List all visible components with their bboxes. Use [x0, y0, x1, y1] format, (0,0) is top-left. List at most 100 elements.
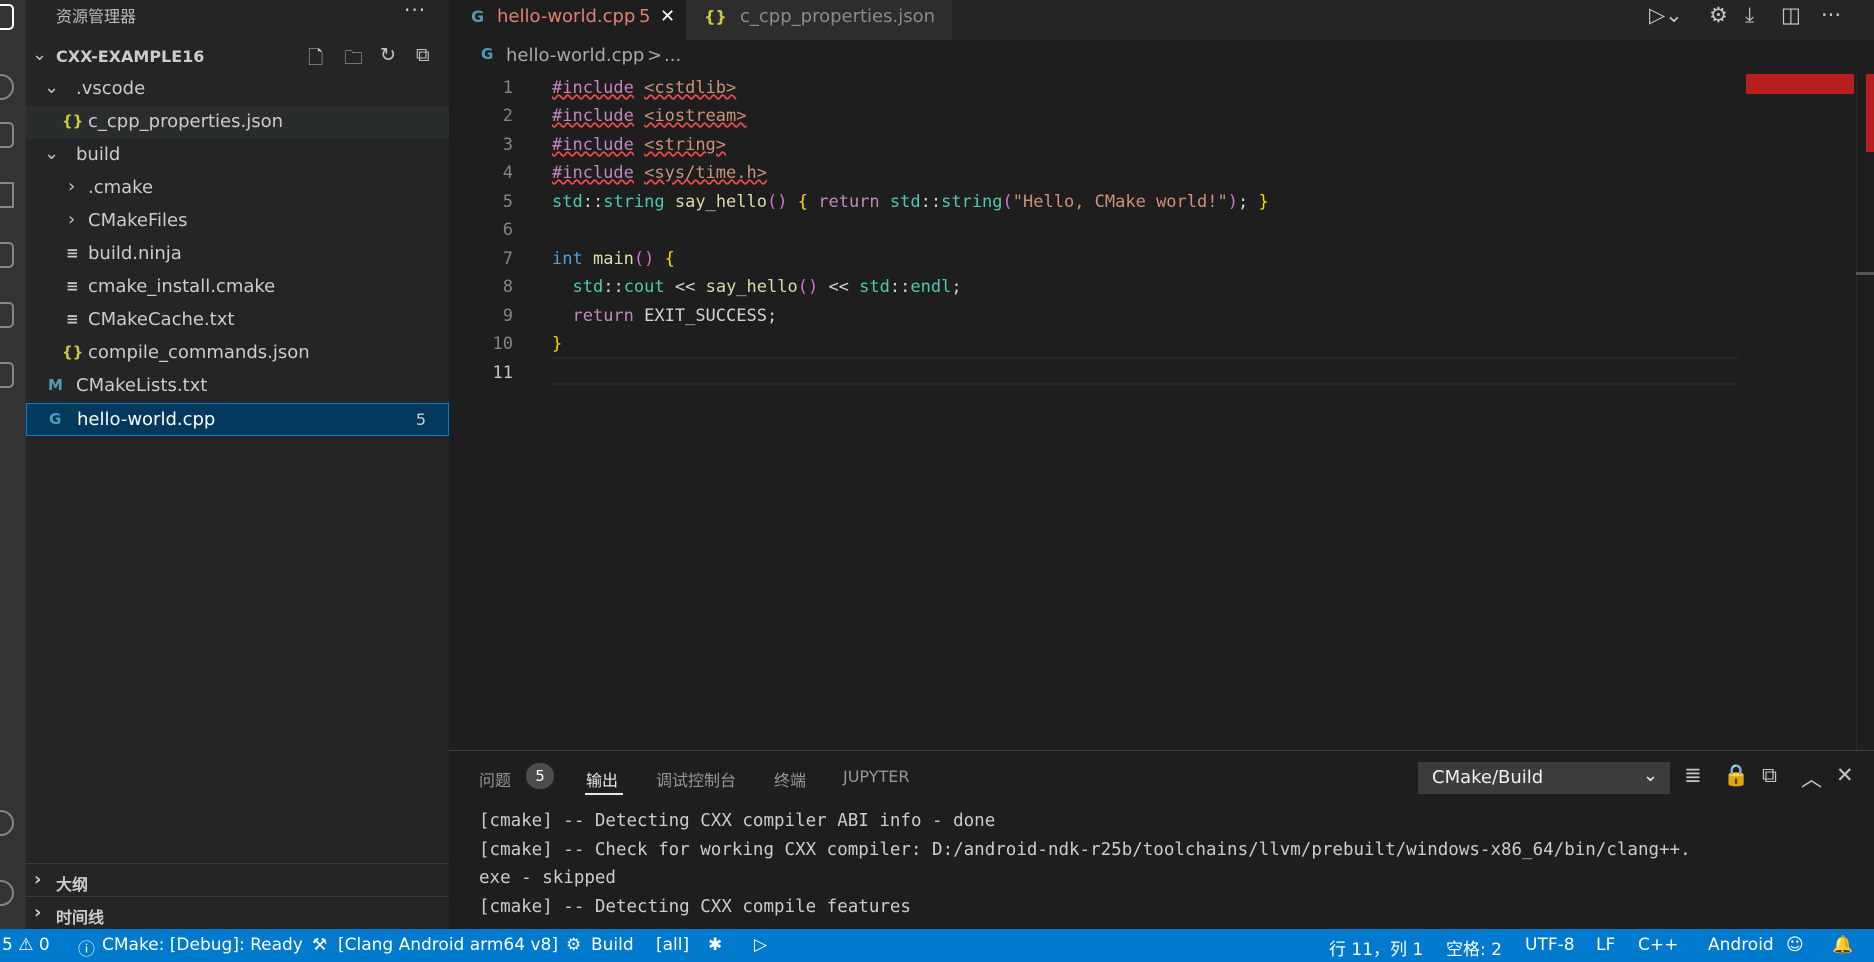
output-channel-select[interactable]: CMake/Build ⌄: [1418, 762, 1670, 794]
tab-hello-world[interactable]: G hello-world.cpp 5 ✕: [449, 0, 686, 40]
encoding[interactable]: UTF-8: [1525, 935, 1575, 955]
chevron-right-icon: ›: [68, 209, 76, 230]
launch-icon[interactable]: ▷: [754, 935, 767, 955]
tree-item-cmake-dir[interactable]: › .cmake: [26, 172, 449, 205]
maximize-panel-icon[interactable]: ︿: [1801, 763, 1822, 793]
workspace-root[interactable]: ⌄ CXX-EXAMPLE16 🗋 🗀 ↻ ⧉: [26, 40, 449, 73]
line-number: 2: [502, 106, 513, 126]
search-icon[interactable]: [0, 74, 14, 100]
download-icon[interactable]: ⤓: [1745, 3, 1754, 28]
more-actions-icon[interactable]: ···: [1821, 3, 1841, 27]
warning-icon: ⚠: [18, 935, 34, 955]
new-file-icon[interactable]: 🗋: [308, 44, 323, 76]
editor-tabs: G hello-world.cpp 5 ✕ {} c_cpp_propertie…: [449, 0, 1874, 40]
run-file-icon[interactable]: ▷⌄: [1649, 3, 1683, 27]
tree-item-cmakefiles[interactable]: › CMakeFiles: [26, 205, 449, 238]
timeline-section[interactable]: › 时间线: [26, 896, 449, 930]
manage-gear-icon[interactable]: [0, 880, 14, 906]
tree-item-build-ninja[interactable]: ≡ build.ninja: [26, 238, 449, 271]
build-target[interactable]: [all]: [656, 935, 689, 955]
cmake-status[interactable]: CMake: [Debug]: Ready: [102, 935, 303, 955]
lock-icon[interactable]: 🔒: [1723, 763, 1749, 788]
feedback-icon[interactable]: ☺: [1786, 935, 1804, 955]
editor-scrollbar[interactable]: [1856, 74, 1874, 750]
line-number: 8: [502, 277, 513, 297]
collapse-all-icon[interactable]: ⧉: [416, 44, 430, 66]
json-file-icon: {}: [62, 343, 84, 361]
chevron-down-icon: ⌄: [1642, 765, 1658, 786]
scrollbar-error-marker: [1866, 74, 1874, 152]
indentation[interactable]: 空格: 2: [1446, 935, 1502, 960]
output-line: exe - skipped: [479, 868, 616, 888]
tree-item-label: CMakeLists.txt: [76, 375, 208, 396]
token-header: <sys/time.h>: [644, 163, 767, 183]
breadcrumb-symbols[interactable]: ...: [664, 45, 681, 66]
debug-icon[interactable]: ✱: [708, 935, 722, 955]
code-line: return EXIT_SUCCESS;: [572, 306, 778, 326]
tab-label: c_cpp_properties.json: [740, 6, 936, 27]
tab-c-cpp-properties[interactable]: {} c_cpp_properties.json: [686, 0, 952, 40]
tree-item-vscode[interactable]: ⌄ .vscode: [26, 73, 449, 106]
tab-output[interactable]: 输出: [586, 767, 618, 791]
build-button[interactable]: Build: [591, 935, 634, 955]
cmake-file-icon: M: [48, 376, 63, 394]
cmake-icon[interactable]: [0, 362, 14, 388]
problems-status[interactable]: 5 ⚠ 0: [2, 935, 50, 955]
activity-bar: [0, 0, 26, 929]
cursor-position[interactable]: 行 11，列 1: [1329, 935, 1423, 960]
cpp-file-icon: G: [471, 7, 485, 26]
tree-item-label: CMakeFiles: [88, 210, 188, 231]
tab-label: hello-world.cpp: [497, 6, 636, 27]
token-include: #include: [552, 163, 634, 183]
close-panel-icon[interactable]: ✕: [1836, 763, 1854, 787]
tree-item-cmakecache[interactable]: ≡ CMakeCache.txt: [26, 304, 449, 337]
more-actions-icon[interactable]: ···: [404, 0, 426, 22]
extensions-icon[interactable]: [0, 242, 14, 268]
tree-item-compile-commands[interactable]: {} compile_commands.json: [26, 337, 449, 370]
source-control-icon[interactable]: [0, 122, 14, 148]
outline-section[interactable]: › 大纲: [26, 863, 449, 897]
cmake-kit[interactable]: [Clang Android arm64 v8]: [338, 935, 558, 955]
tree-item-label: CMakeCache.txt: [88, 309, 235, 330]
notifications-bell-icon[interactable]: 🔔: [1832, 935, 1853, 955]
testing-icon[interactable]: [0, 302, 14, 328]
code-line: std::string say_hello() { return std::st…: [552, 192, 1269, 212]
split-editor-icon[interactable]: ◫: [1781, 3, 1801, 27]
tree-item-hello-world[interactable]: G hello-world.cpp 5: [26, 403, 449, 436]
token-include: #include: [552, 106, 634, 126]
tree-item-cmakelists[interactable]: M CMakeLists.txt: [26, 370, 449, 403]
account-icon[interactable]: [0, 810, 14, 836]
json-file-icon: {}: [704, 7, 727, 26]
workspace-label: CXX-EXAMPLE16: [56, 47, 205, 66]
tree-item-label: cmake_install.cmake: [88, 276, 276, 297]
chevron-right-icon: ›: [34, 902, 42, 923]
tab-jupyter[interactable]: JUPYTER: [843, 767, 910, 786]
explorer-icon[interactable]: [0, 4, 14, 30]
tree-item-cmake-install[interactable]: ≡ cmake_install.cmake: [26, 271, 449, 304]
platform[interactable]: Android: [1708, 935, 1774, 955]
clear-output-icon[interactable]: ≣: [1684, 763, 1702, 787]
breadcrumb-file[interactable]: hello-world.cpp: [506, 45, 644, 66]
explorer-sidebar: 资源管理器 ··· ⌄ CXX-EXAMPLE16 🗋 🗀 ↻ ⧉ ⌄ .vsc…: [26, 0, 449, 929]
tab-debug-console[interactable]: 调试控制台: [656, 767, 736, 791]
open-editor-icon[interactable]: ⧉: [1762, 763, 1777, 788]
minimap[interactable]: [1745, 74, 1855, 750]
tab-terminal[interactable]: 终端: [774, 767, 806, 791]
run-debug-icon[interactable]: [0, 182, 14, 208]
language-mode[interactable]: C++: [1638, 935, 1678, 955]
gear-icon[interactable]: ⚙: [1709, 3, 1728, 27]
chevron-down-icon: ⌄: [44, 77, 60, 98]
refresh-icon[interactable]: ↻: [380, 44, 396, 66]
line-number: 6: [502, 220, 513, 240]
problems-count-badge: 5: [526, 763, 554, 789]
token-header: <iostream>: [644, 106, 747, 126]
close-icon[interactable]: ✕: [660, 6, 675, 27]
line-ending[interactable]: LF: [1596, 935, 1615, 955]
tree-item-c-cpp-properties[interactable]: {} c_cpp_properties.json: [26, 106, 449, 139]
code-editor[interactable]: 1 2 3 4 5 6 7 8 9 10 11 #include <cstdli…: [449, 74, 1739, 750]
tab-problems[interactable]: 问题: [479, 767, 511, 791]
scrollbar-cursor-marker: [1856, 272, 1874, 275]
tree-item-build[interactable]: ⌄ build: [26, 139, 449, 172]
line-number: 11: [492, 363, 513, 383]
new-folder-icon[interactable]: 🗀: [344, 44, 363, 76]
